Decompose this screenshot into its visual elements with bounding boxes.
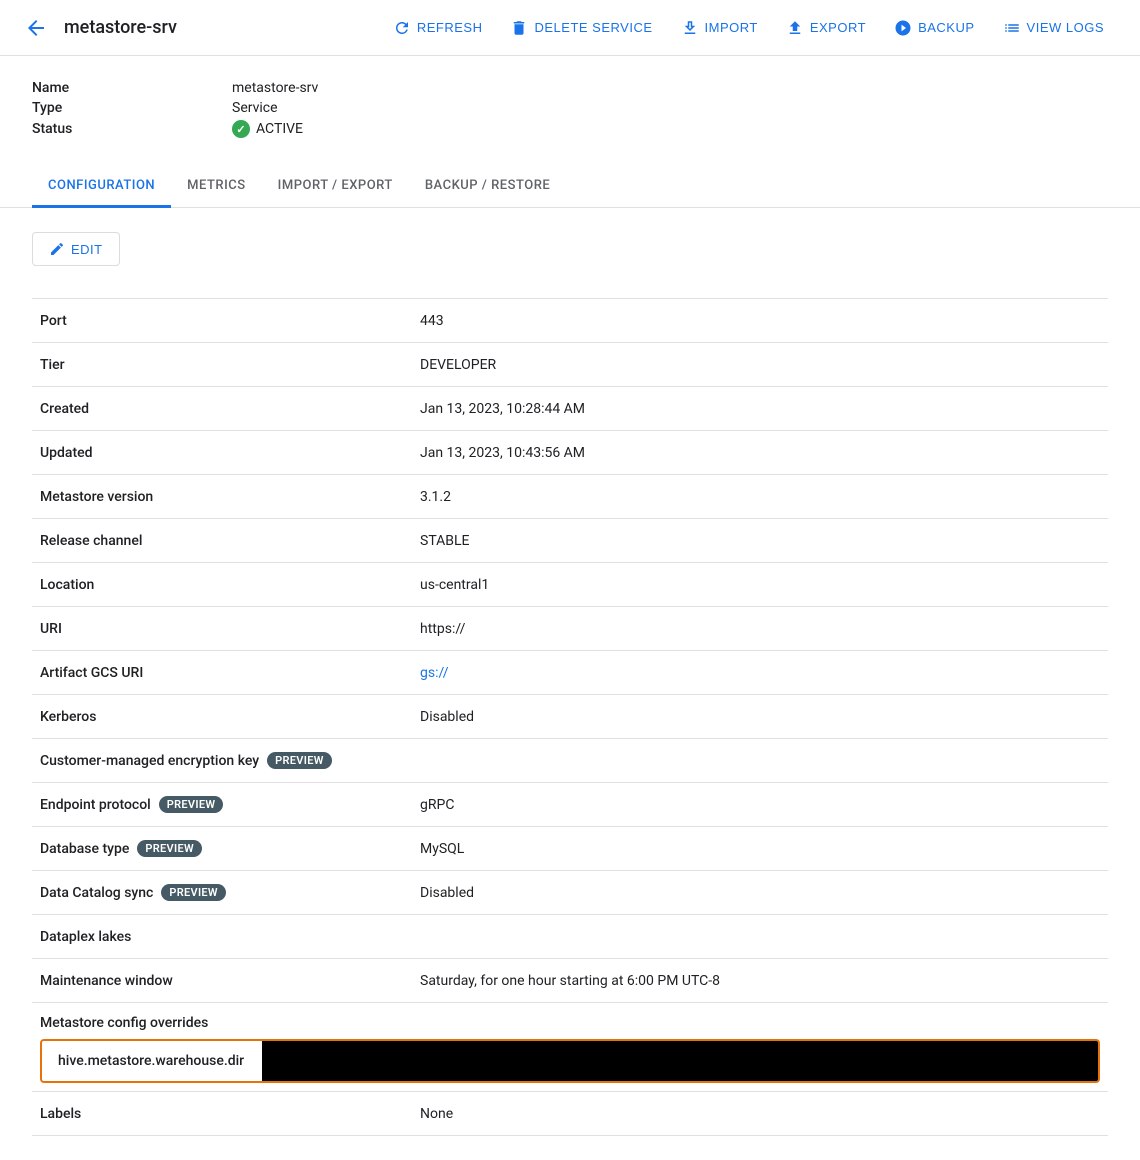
edit-label: EDIT	[71, 242, 103, 257]
override-val: gs://	[262, 1041, 1098, 1081]
config-key: Data Catalog sync PREVIEW	[40, 884, 420, 901]
name-value: metastore-srv	[232, 80, 318, 96]
config-key: Labels	[40, 1106, 420, 1122]
config-key: Metastore version	[40, 489, 420, 505]
table-row: Location us-central1	[32, 563, 1108, 607]
configuration-content: EDIT Port 443 Tier DEVELOPER Created Jan…	[0, 208, 1140, 1160]
table-row: Dataplex lakes	[32, 915, 1108, 959]
config-key: Release channel	[40, 533, 420, 549]
config-val[interactable]: gs://	[420, 665, 1100, 681]
view-logs-button[interactable]: VIEW LOGS	[991, 11, 1116, 45]
config-key: Location	[40, 577, 420, 593]
config-key: Customer-managed encryption key PREVIEW	[40, 752, 420, 769]
import-button[interactable]: IMPORT	[669, 11, 770, 45]
config-val: 443	[420, 313, 1100, 329]
tab-import-export[interactable]: IMPORT / EXPORT	[262, 166, 409, 208]
override-key: hive.metastore.warehouse.dir	[42, 1043, 262, 1079]
table-row: Port 443	[32, 299, 1108, 343]
type-value: Service	[232, 100, 278, 116]
config-key: Kerberos	[40, 709, 420, 725]
config-key: Port	[40, 313, 420, 329]
type-row: Type Service	[32, 100, 1108, 116]
preview-badge: PREVIEW	[267, 752, 332, 769]
table-row: Maintenance window Saturday, for one hou…	[32, 959, 1108, 1003]
config-val: https://	[420, 621, 1100, 637]
override-val-prefix: gs://	[270, 1054, 296, 1069]
config-val: None	[420, 1106, 1100, 1122]
config-val: DEVELOPER	[420, 357, 1100, 373]
table-row: Created Jan 13, 2023, 10:28:44 AM	[32, 387, 1108, 431]
config-overrides-section: Metastore config overrides hive.metastor…	[32, 1003, 1108, 1092]
preview-badge: PREVIEW	[161, 884, 226, 901]
config-val: Saturday, for one hour starting at 6:00 …	[420, 973, 1100, 989]
tab-metrics[interactable]: METRICS	[171, 166, 261, 208]
table-row: Kerberos Disabled	[32, 695, 1108, 739]
table-row: Database type PREVIEW MySQL	[32, 827, 1108, 871]
config-val: STABLE	[420, 533, 1100, 549]
backup-button[interactable]: BACKUP	[882, 11, 986, 45]
config-val: us-central1	[420, 577, 1100, 593]
config-val: Disabled	[420, 885, 1100, 901]
back-button[interactable]	[24, 16, 48, 40]
refresh-button[interactable]: REFRESH	[381, 11, 495, 45]
table-row: Metastore version 3.1.2	[32, 475, 1108, 519]
config-key: Endpoint protocol PREVIEW	[40, 796, 420, 813]
config-key: Updated	[40, 445, 420, 461]
status-row: Status ACTIVE	[32, 120, 1108, 138]
status-value: ACTIVE	[256, 121, 303, 137]
override-entry: hive.metastore.warehouse.dir gs://	[40, 1039, 1100, 1083]
overrides-header: Metastore config overrides	[40, 1011, 1100, 1039]
table-row: Updated Jan 13, 2023, 10:43:56 AM	[32, 431, 1108, 475]
status-label: Status	[32, 121, 232, 137]
tab-configuration[interactable]: CONFIGURATION	[32, 166, 171, 208]
config-table: Port 443 Tier DEVELOPER Created Jan 13, …	[32, 298, 1108, 1136]
tabs-bar: CONFIGURATION METRICS IMPORT / EXPORT BA…	[0, 166, 1140, 208]
config-key: URI	[40, 621, 420, 637]
name-label: Name	[32, 80, 232, 96]
table-row: Artifact GCS URI gs://	[32, 651, 1108, 695]
config-val: 3.1.2	[420, 489, 1100, 505]
tab-backup-restore[interactable]: BACKUP / RESTORE	[409, 166, 566, 208]
topbar: metastore-srv REFRESH DELETE SERVICE IMP…	[0, 0, 1140, 56]
page-title: metastore-srv	[64, 17, 177, 38]
service-info: Name metastore-srv Type Service Status A…	[0, 56, 1140, 158]
preview-badge: PREVIEW	[137, 840, 202, 857]
name-row: Name metastore-srv	[32, 80, 1108, 96]
config-key: Artifact GCS URI	[40, 665, 420, 681]
delete-service-button[interactable]: DELETE SERVICE	[498, 11, 664, 45]
topbar-actions: REFRESH DELETE SERVICE IMPORT EXPORT BAC…	[381, 11, 1116, 45]
config-val: MySQL	[420, 841, 1100, 857]
table-row: Data Catalog sync PREVIEW Disabled	[32, 871, 1108, 915]
override-val-redacted	[298, 1051, 878, 1071]
config-val: Jan 13, 2023, 10:43:56 AM	[420, 445, 1100, 461]
config-val: Disabled	[420, 709, 1100, 725]
config-val: Jan 13, 2023, 10:28:44 AM	[420, 401, 1100, 417]
config-val: gRPC	[420, 797, 1100, 813]
edit-button[interactable]: EDIT	[32, 232, 120, 266]
config-key: Created	[40, 401, 420, 417]
type-label: Type	[32, 100, 232, 116]
config-key: Database type PREVIEW	[40, 840, 420, 857]
preview-badge: PREVIEW	[159, 796, 224, 813]
status-badge: ACTIVE	[232, 120, 303, 138]
config-key: Maintenance window	[40, 973, 420, 989]
table-row: Customer-managed encryption key PREVIEW	[32, 739, 1108, 783]
table-row: Endpoint protocol PREVIEW gRPC	[32, 783, 1108, 827]
table-row: Tier DEVELOPER	[32, 343, 1108, 387]
export-button[interactable]: EXPORT	[774, 11, 878, 45]
status-icon	[232, 120, 250, 138]
config-key: Dataplex lakes	[40, 929, 420, 945]
table-row: Labels None	[32, 1092, 1108, 1136]
config-key: Tier	[40, 357, 420, 373]
table-row: URI https://	[32, 607, 1108, 651]
table-row: Release channel STABLE	[32, 519, 1108, 563]
